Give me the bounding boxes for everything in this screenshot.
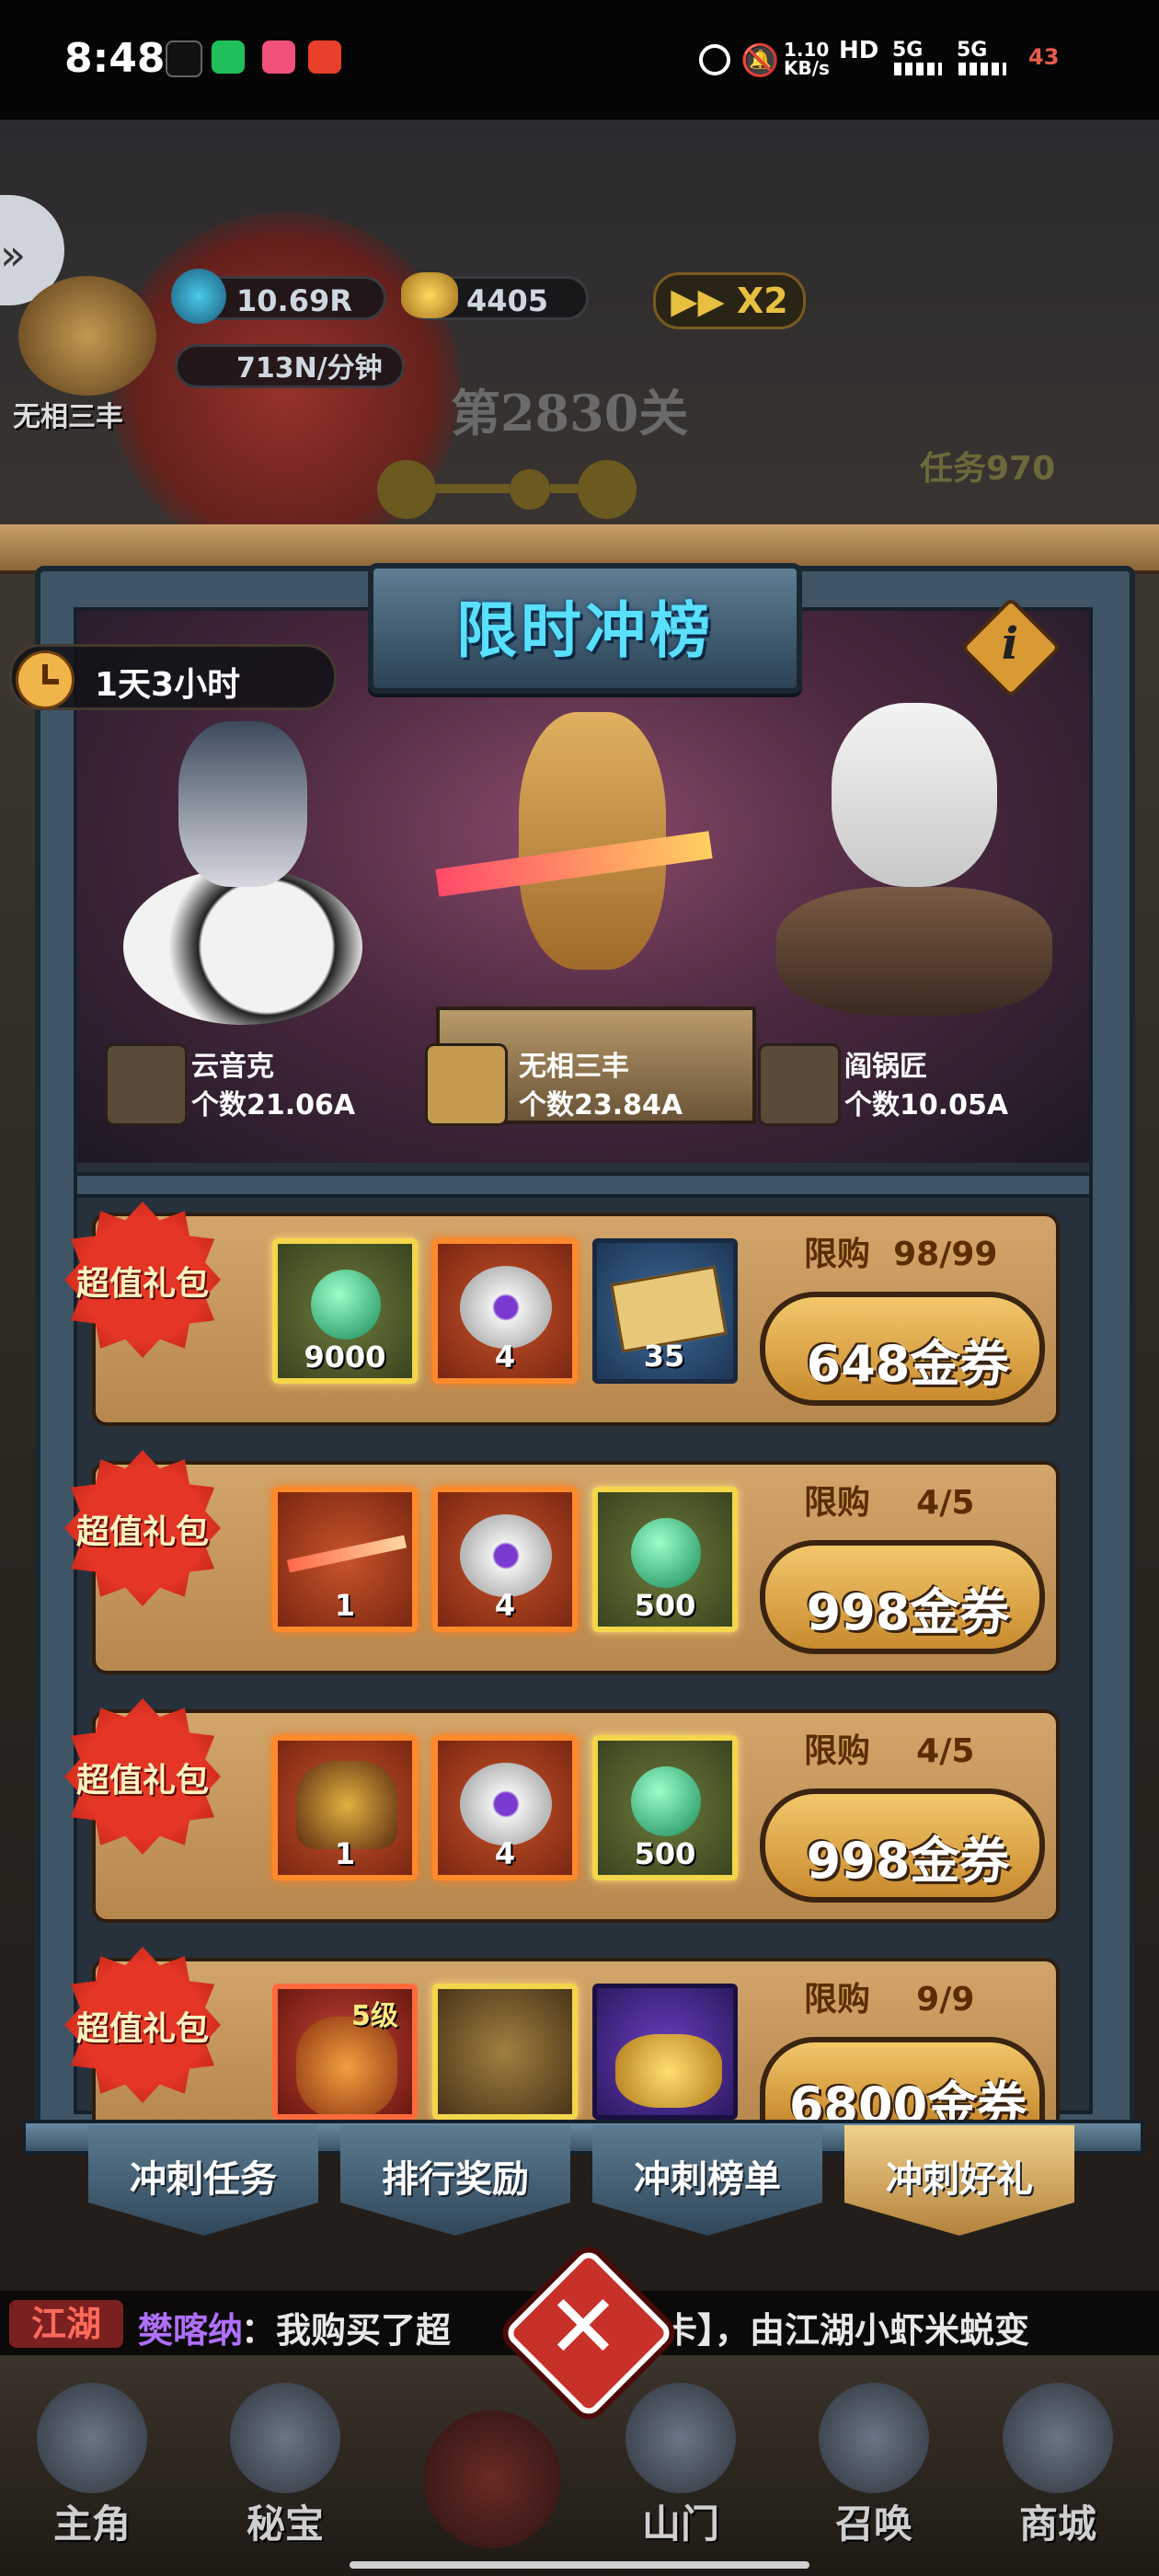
- nav-summon[interactable]: 召唤: [782, 2374, 966, 2558]
- sect-gate-icon: [625, 2383, 736, 2493]
- clock-icon: [16, 650, 75, 709]
- signal-icon: [894, 63, 942, 75]
- stage-label: 第2830关: [451, 384, 689, 443]
- rank2-avatar[interactable]: [105, 1043, 188, 1126]
- item-slot-lotus[interactable]: 4: [432, 1238, 578, 1384]
- buy-button[interactable]: 6800金券: [760, 2037, 1045, 2122]
- status-time: 8:48: [64, 35, 166, 82]
- item-slot-green-orb[interactable]: 9000: [272, 1238, 418, 1384]
- item-slot-gold-ingot[interactable]: [592, 1984, 738, 2120]
- chat-text: ：我购买了超: [241, 2310, 452, 2351]
- value-pack-label: 超值礼包: [75, 2009, 209, 2048]
- nav-treasure[interactable]: 秘宝: [193, 2374, 377, 2558]
- battery-indicator: 43: [1028, 44, 1060, 70]
- avatar[interactable]: [18, 276, 156, 396]
- player-name: 无相三丰: [13, 401, 123, 433]
- item-slot-armor[interactable]: [432, 1984, 578, 2120]
- item-slot-lotus[interactable]: 4: [432, 1487, 578, 1632]
- close-icon: ✕: [545, 2275, 621, 2378]
- purchase-limit: 限购 98/99: [804, 1236, 998, 1273]
- mute-icon: 🔕: [740, 42, 780, 79]
- wechat-icon: [212, 40, 245, 74]
- tiktok-icon: [166, 40, 202, 77]
- task-label: 任务970: [920, 450, 1056, 488]
- status-bar: 8:48 🔕 1.10 KB/s HD 5G 5G 43: [0, 0, 1159, 120]
- buy-button[interactable]: 998金券: [760, 1788, 1045, 1903]
- summon-icon: [819, 2383, 929, 2493]
- gold-ingot-icon: [401, 272, 458, 318]
- banner-divider: [77, 1172, 1089, 1198]
- alarm-icon: [699, 44, 730, 75]
- gem-icon: [171, 269, 226, 324]
- net-speed: 1.10 KB/s: [784, 39, 830, 79]
- item-slot-beast[interactable]: 1: [272, 1735, 418, 1880]
- app-notification-icon: [308, 40, 341, 74]
- buy-button[interactable]: 648金券: [760, 1292, 1045, 1406]
- nav-hero[interactable]: 主角: [0, 2374, 184, 2558]
- chat-user: 樊喀纳: [138, 2310, 244, 2351]
- rank3-character: [776, 703, 1071, 1016]
- item-slot-time-ticket[interactable]: 35: [592, 1238, 738, 1384]
- purchase-limit: 限购 9/9: [804, 1981, 975, 2018]
- rank3-name: 阎锅匠: [844, 1051, 927, 1083]
- scroll-icon: [230, 2383, 340, 2493]
- bilibili-icon: [262, 40, 295, 74]
- shop-icon: [1003, 2383, 1113, 2493]
- value-pack-label: 超值礼包: [75, 1761, 209, 1800]
- nav-shop[interactable]: 商城: [966, 2374, 1150, 2558]
- rank2-character: [105, 721, 381, 1025]
- hd-badge: HD: [839, 37, 879, 64]
- chevron-right-icon: »: [0, 230, 27, 280]
- info-icon: i: [1001, 618, 1019, 670]
- value-pack-label: 超值礼包: [75, 1264, 209, 1303]
- stage-progress: [377, 460, 708, 519]
- modal-title: 限时冲榜: [456, 594, 714, 666]
- rank2-count: 个数21.06A: [191, 1089, 356, 1121]
- item-slot-lotus[interactable]: 4: [432, 1735, 578, 1880]
- value-pack-label: 超值礼包: [75, 1512, 209, 1551]
- network-5g-2: 5G: [957, 39, 988, 62]
- purchase-limit: 限购 4/5: [804, 1732, 975, 1770]
- income-rate: 713N/分钟: [175, 344, 405, 388]
- network-5g-1: 5G: [892, 39, 924, 62]
- purchase-limit: 限购 4/5: [804, 1484, 975, 1522]
- item-slot-sword[interactable]: 1: [272, 1487, 418, 1632]
- item-slot-green-orb[interactable]: 500: [592, 1487, 738, 1632]
- battle-icon[interactable]: [423, 2410, 561, 2548]
- item-slot-green-orb[interactable]: 500: [592, 1735, 738, 1880]
- speed-toggle-button[interactable]: ▶▶ X2: [653, 272, 806, 329]
- chat-text-tail: 卡】，由江湖小虾米蜕变: [662, 2310, 1030, 2351]
- rank1-count: 个数23.84A: [519, 1089, 683, 1121]
- countdown-text: 1天3小时: [95, 666, 241, 704]
- rank1-name: 无相三丰: [519, 1051, 629, 1083]
- nav-sect[interactable]: 山门: [589, 2374, 773, 2558]
- chat-channel: 江湖: [9, 2300, 123, 2348]
- countdown-timer: 1天3小时: [9, 644, 337, 710]
- signal-icon-2: [958, 63, 1006, 75]
- hero-icon: [37, 2383, 147, 2493]
- home-indicator[interactable]: [350, 2561, 809, 2569]
- rank3-count: 个数10.05A: [844, 1089, 1009, 1121]
- rank1-avatar[interactable]: [425, 1043, 508, 1126]
- rank3-avatar[interactable]: [758, 1043, 841, 1126]
- buy-button[interactable]: 998金券: [760, 1540, 1045, 1654]
- modal-title-plate: 限时冲榜: [368, 563, 802, 694]
- rank2-name: 云音克: [191, 1051, 274, 1083]
- item-slot-dragon[interactable]: 5级: [272, 1984, 418, 2120]
- rank1-character: [435, 684, 713, 979]
